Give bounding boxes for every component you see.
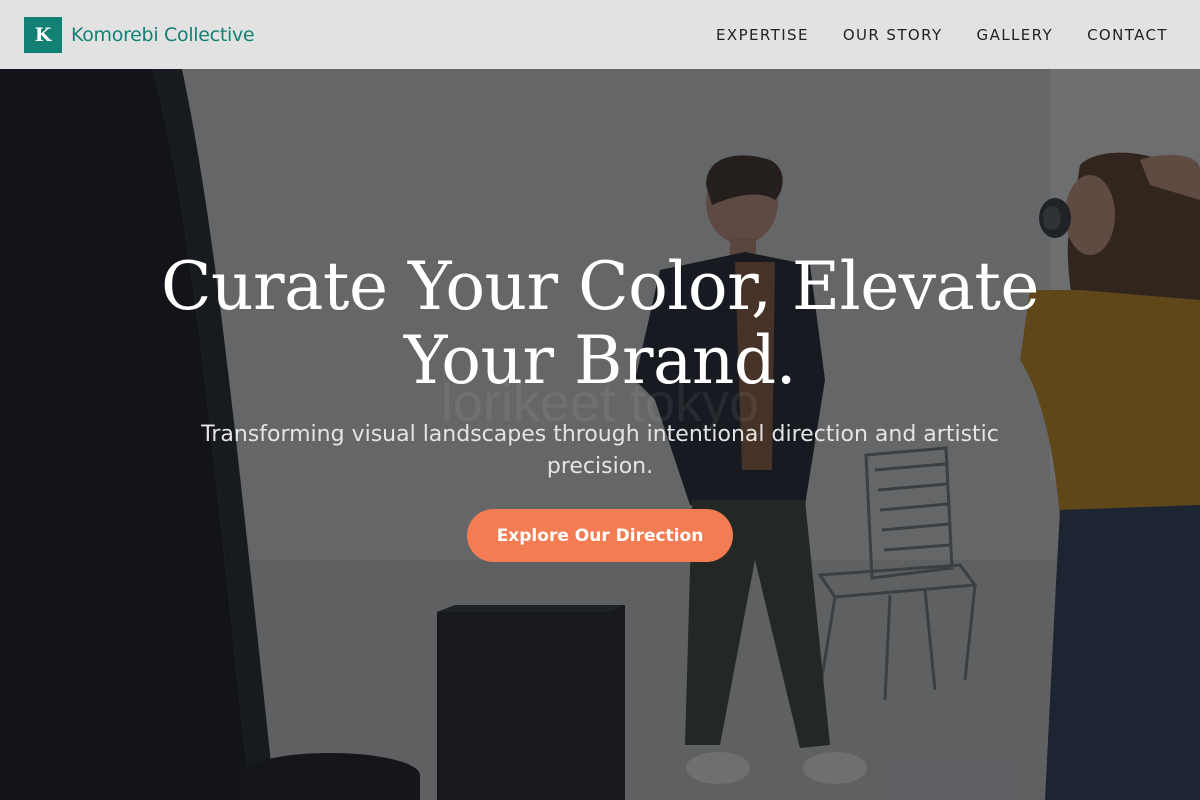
brand-mark-icon: K [24,16,62,53]
hero-headline: Curate Your Color, Elevate Your Brand. [100,250,1100,398]
hero-headline-line-1: Curate Your Color, Elevate [161,248,1039,325]
hero-subtitle: Transforming visual landscapes through i… [190,419,1010,483]
hero-content: lorikeet tokyo Curate Your Color, Elevat… [0,0,1200,800]
nav-link-contact[interactable]: CONTACT [1071,18,1176,52]
brand-logo-link[interactable]: K Komorebi Collective [24,16,255,53]
top-navigation-bar: K Komorebi Collective EXPERTISE OUR STOR… [0,0,1200,69]
hero-subtitle-line-2: precision. [546,454,654,479]
hero-subtitle-line-1: Transforming visual landscapes through i… [201,422,999,447]
nav-link-expertise[interactable]: EXPERTISE [700,18,825,52]
brand-name: Komorebi Collective [71,23,255,46]
nav-link-gallery[interactable]: GALLERY [961,18,1070,52]
nav-link-our-story[interactable]: OUR STORY [827,18,959,52]
hero-headline-line-2: Your Brand. [403,322,797,399]
explore-direction-button[interactable]: Explore Our Direction [467,509,733,562]
nav-menu: EXPERTISE OUR STORY GALLERY CONTACT [700,18,1176,52]
